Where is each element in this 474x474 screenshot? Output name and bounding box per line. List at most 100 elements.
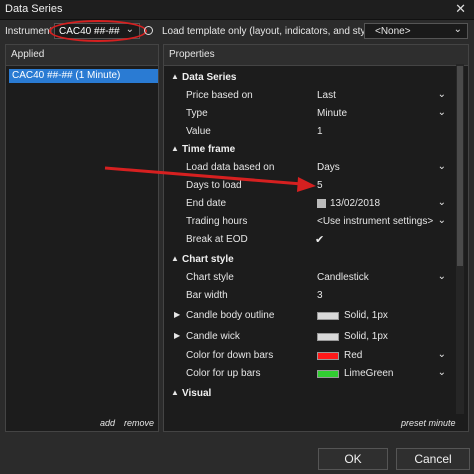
- template-dropdown[interactable]: <None> ⌄: [364, 23, 468, 39]
- prop-label: Price based on: [186, 90, 253, 101]
- category-time-frame[interactable]: ▲ Time frame: [164, 141, 460, 159]
- prop-up-bars[interactable]: Color for up bars LimeGreen ⌄: [164, 365, 460, 383]
- expand-icon[interactable]: ▶: [174, 310, 180, 319]
- prop-down-bars[interactable]: Color for down bars Red ⌄: [164, 347, 460, 365]
- candle-wick-value[interactable]: Solid, 1px: [312, 328, 450, 345]
- prop-candle-wick[interactable]: ▶ Candle wick Solid, 1px: [164, 328, 460, 346]
- scrollbar-thumb[interactable]: [457, 66, 463, 266]
- category-chart-style[interactable]: ▲ Chart style: [164, 251, 460, 269]
- collapse-icon: ▲: [171, 254, 179, 263]
- prop-value: Last: [317, 90, 336, 101]
- prop-label: Load data based on: [186, 162, 275, 173]
- chevron-down-icon: ⌄: [437, 107, 446, 118]
- prop-value: 3: [317, 290, 323, 301]
- prop-value: Candlestick: [317, 272, 369, 283]
- prop-label: Bar width: [186, 290, 228, 301]
- close-icon[interactable]: ✕: [455, 1, 466, 17]
- prop-label: Candle wick: [186, 331, 240, 342]
- collapse-icon: ▲: [171, 72, 179, 81]
- properties-scrollbar[interactable]: [456, 64, 464, 414]
- applied-item-label: CAC40 ##-## (1 Minute): [12, 70, 121, 81]
- template-value: <None>: [375, 26, 411, 37]
- prop-value: LimeGreen: [344, 368, 394, 379]
- chevron-down-icon: ⌄: [437, 161, 446, 172]
- prop-label: Days to load: [186, 180, 242, 191]
- properties-title: Properties: [169, 49, 215, 60]
- prop-value: 13/02/2018: [330, 198, 381, 209]
- chevron-down-icon: ⌄: [437, 349, 446, 360]
- applied-panel: Applied CAC40 ##-## (1 Minute) add remov…: [5, 44, 159, 432]
- prop-value: 5: [317, 180, 323, 191]
- prop-price-based-on[interactable]: Price based on Last ⌄: [164, 87, 460, 105]
- prop-label: Color for up bars: [186, 368, 261, 379]
- value-input[interactable]: 1: [312, 123, 450, 140]
- prop-days-to-load[interactable]: Days to load 5: [164, 177, 460, 195]
- checkmark-icon: ✔: [315, 234, 325, 246]
- prop-label: Value: [186, 126, 211, 137]
- prop-label: Type: [186, 108, 208, 119]
- color-swatch: [317, 333, 339, 341]
- prop-candle-body-outline[interactable]: ▶ Candle body outline Solid, 1px: [164, 307, 460, 325]
- prop-label: Trading hours: [186, 216, 248, 227]
- category-label: Data Series: [182, 72, 237, 83]
- ok-button[interactable]: OK: [318, 448, 388, 470]
- chart-style-dropdown[interactable]: Candlestick ⌄: [312, 269, 450, 286]
- prop-value: Red: [344, 350, 363, 361]
- remove-link[interactable]: remove: [124, 418, 154, 428]
- search-icon[interactable]: [144, 26, 153, 35]
- prop-label: Color for down bars: [186, 350, 274, 361]
- bar-width-input[interactable]: 3: [312, 287, 450, 304]
- prop-label: End date: [186, 198, 227, 209]
- end-date-picker[interactable]: 13/02/2018 ⌄: [312, 195, 450, 212]
- break-at-eod-checkbox[interactable]: ✔: [312, 231, 450, 248]
- type-dropdown[interactable]: Minute ⌄: [312, 105, 450, 122]
- prop-value[interactable]: Value 1: [164, 123, 460, 141]
- days-to-load-input[interactable]: 5: [312, 177, 450, 194]
- instrument-value: CAC40 ##-##: [59, 26, 120, 37]
- category-data-series[interactable]: ▲ Data Series: [164, 69, 460, 87]
- category-visual[interactable]: ▲ Visual: [164, 385, 460, 403]
- prop-label: Chart style: [186, 272, 234, 283]
- collapse-icon: ▲: [171, 388, 179, 397]
- prop-label: Candle body outline: [186, 310, 275, 321]
- window-title: Data Series: [5, 3, 63, 15]
- applied-item[interactable]: CAC40 ##-## (1 Minute): [9, 69, 158, 83]
- category-label: Visual: [182, 388, 212, 399]
- load-data-dropdown[interactable]: Days ⌄: [312, 159, 450, 176]
- instrument-selector[interactable]: CAC40 ##-## ⌄: [54, 23, 140, 39]
- color-swatch: [317, 312, 339, 320]
- prop-trading-hours[interactable]: Trading hours <Use instrument settings> …: [164, 213, 460, 231]
- prop-label: Break at EOD: [186, 234, 248, 245]
- title-bar: Data Series ✕: [0, 0, 474, 20]
- category-label: Chart style: [182, 254, 234, 265]
- prop-bar-width[interactable]: Bar width 3: [164, 287, 460, 305]
- prop-type[interactable]: Type Minute ⌄: [164, 105, 460, 123]
- instrument-label: Instrument: [5, 26, 53, 37]
- price-based-on-dropdown[interactable]: Last ⌄: [312, 87, 450, 104]
- template-label: Load template only (layout, indicators, …: [162, 26, 377, 37]
- trading-hours-dropdown[interactable]: <Use instrument settings> ⌄: [312, 213, 450, 230]
- properties-panel: Properties ▲ Data Series Price based on …: [163, 44, 469, 432]
- properties-header: Properties: [164, 45, 468, 66]
- prop-chart-style[interactable]: Chart style Candlestick ⌄: [164, 269, 460, 287]
- chevron-down-icon: ⌄: [453, 24, 462, 35]
- candle-body-outline-value[interactable]: Solid, 1px: [312, 307, 450, 324]
- chevron-down-icon: ⌄: [437, 197, 446, 208]
- prop-break-at-eod[interactable]: Break at EOD ✔: [164, 231, 460, 249]
- prop-end-date[interactable]: End date 13/02/2018 ⌄: [164, 195, 460, 213]
- down-bars-color-dropdown[interactable]: Red ⌄: [312, 347, 450, 364]
- instrument-row: Instrument CAC40 ##-## ⌄ Load template o…: [0, 20, 474, 44]
- prop-load-data[interactable]: Load data based on Days ⌄: [164, 159, 460, 177]
- chevron-down-icon: ⌄: [437, 215, 446, 226]
- chevron-down-icon: ⌄: [437, 271, 446, 282]
- applied-header: Applied: [6, 45, 158, 66]
- preset-link[interactable]: preset minute: [401, 418, 456, 428]
- prop-value: Minute: [317, 108, 348, 119]
- up-bars-color-dropdown[interactable]: LimeGreen ⌄: [312, 365, 450, 382]
- cancel-button[interactable]: Cancel: [396, 448, 470, 470]
- expand-icon[interactable]: ▶: [174, 331, 180, 340]
- category-label: Time frame: [182, 144, 236, 155]
- prop-value: Solid, 1px: [344, 331, 388, 342]
- add-link[interactable]: add: [100, 418, 115, 428]
- color-swatch: [317, 370, 339, 378]
